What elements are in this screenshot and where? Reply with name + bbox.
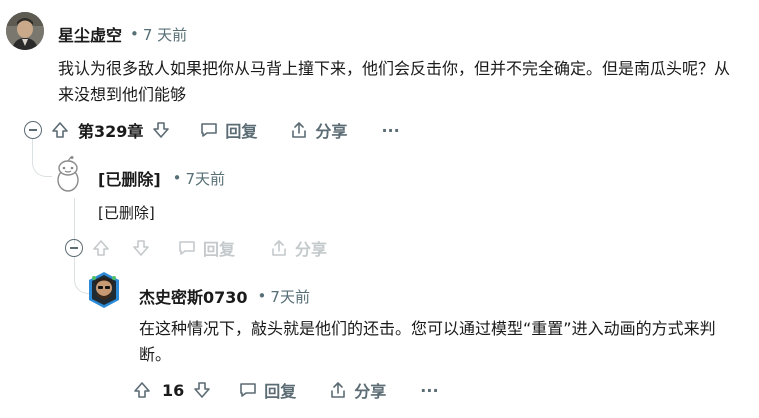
reply-button[interactable]: 回复 (238, 378, 296, 402)
share-button: 分享 (269, 236, 327, 260)
downvote-button (131, 238, 151, 258)
share-label: 分享 (354, 382, 387, 401)
upvote-button[interactable] (132, 380, 152, 400)
upvote-arrow-icon (134, 382, 150, 398)
comment-body: [已删除] (98, 204, 155, 222)
share-label: 分享 (295, 240, 328, 259)
share-label: 分享 (315, 122, 348, 141)
vote-count: 16 (162, 380, 185, 400)
more-dots-icon[interactable]: ··· (420, 381, 438, 400)
comment-author: [已删除] (98, 170, 161, 189)
meta-separator: • (257, 287, 267, 305)
downvote-button[interactable] (151, 120, 171, 140)
avatar[interactable] (6, 12, 44, 50)
comment-timestamp[interactable]: 7 天前 (143, 24, 187, 45)
share-button[interactable]: 分享 (289, 118, 347, 142)
comment-body: 在这种情况下，敲头就是他们的还击。您可以通过模型“重置”进入动画的方式来判断。 (139, 319, 716, 364)
upvote-button (91, 238, 111, 258)
upvote-arrow-icon (52, 122, 68, 138)
comment-action-bar: 16 回复 分享 ··· (132, 376, 439, 404)
share-icon (272, 240, 286, 256)
comment-timestamp[interactable]: 7天前 (186, 168, 226, 189)
upvote-button[interactable] (50, 120, 70, 140)
comment-body: 我认为很多敌人如果把你从马背上撞下来，他们会反击你，但并不完全确定。但是南瓜头呢… (58, 59, 731, 104)
downvote-button[interactable] (192, 380, 212, 400)
downvote-arrow-icon (133, 240, 149, 256)
comment-timestamp[interactable]: 7天前 (270, 286, 310, 307)
reply-button[interactable]: 回复 (199, 118, 257, 142)
reply-bubble-icon (179, 241, 195, 255)
downvote-arrow-icon (194, 382, 211, 398)
avatar[interactable] (86, 270, 122, 310)
more-dots-icon[interactable]: ··· (381, 121, 399, 140)
reply-label: 回复 (264, 382, 297, 401)
thread-elbow-1 (32, 139, 52, 177)
downvote-arrow-icon (153, 122, 170, 138)
meta-separator: • (172, 169, 182, 187)
comment-author[interactable]: 杰史密斯0730 (139, 284, 248, 308)
share-button[interactable]: 分享 (328, 378, 386, 402)
reply-bubble-icon (201, 123, 218, 137)
reply-label: 回复 (203, 240, 236, 259)
share-icon (331, 382, 346, 398)
reply-bubble-icon (240, 383, 257, 397)
avatar-deleted (52, 156, 84, 194)
comment-author[interactable]: 星尘虚空 (58, 22, 122, 46)
collapse-icon[interactable] (24, 121, 42, 139)
meta-separator: • (130, 25, 139, 43)
comment-action-bar: 第329章 回复 分享 ··· (24, 116, 400, 144)
upvote-arrow-icon (93, 240, 109, 256)
comment-action-bar: 回复 分享 (65, 234, 327, 262)
vote-count: 第329章 (78, 122, 144, 141)
reply-label: 回复 (225, 122, 258, 141)
share-icon (292, 122, 307, 138)
collapse-icon[interactable] (65, 239, 83, 257)
reply-button: 回复 (177, 236, 235, 260)
